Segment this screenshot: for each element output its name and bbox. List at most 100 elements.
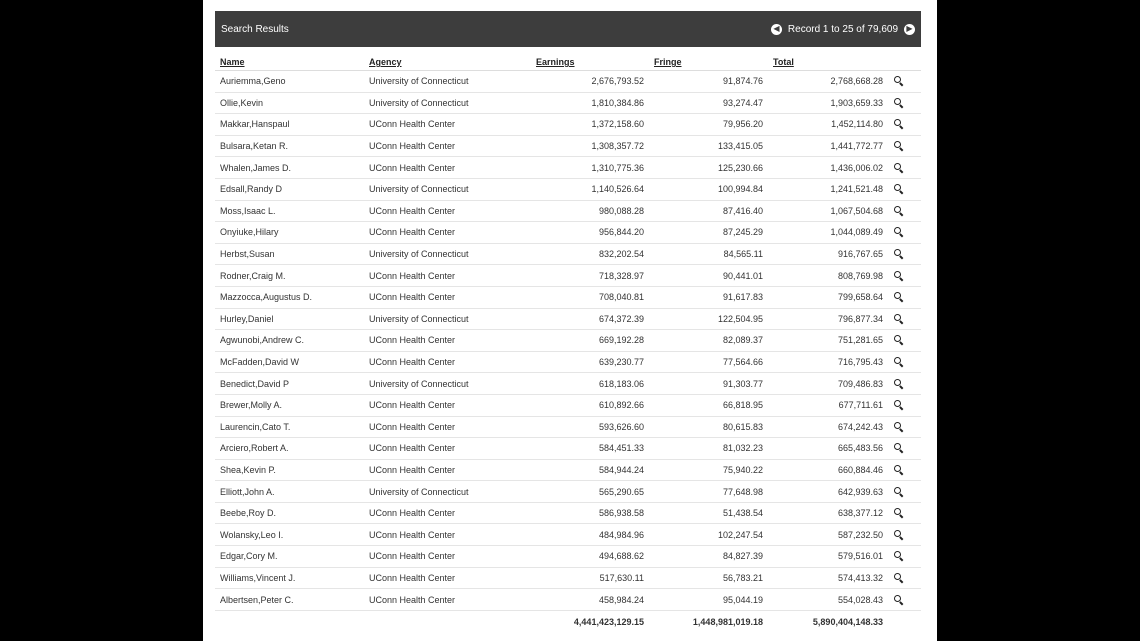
- cell-agency: University of Connecticut: [364, 178, 531, 201]
- next-arrow-icon[interactable]: ▶: [904, 23, 915, 35]
- cell-earnings: 494,688.62: [531, 545, 649, 568]
- table-row: Whalen,James D. UConn Health Center 1,310,…: [215, 156, 921, 179]
- table-row: Brewer,Molly A. UConn Health Center 610,89…: [215, 394, 921, 417]
- table-row: Wolansky,Leo I. UConn Health Center 484,98…: [215, 523, 921, 547]
- cell-agency: UConn Health Center: [364, 394, 531, 417]
- cell-name: Wolansky,Leo I.: [215, 523, 364, 547]
- cell-total: 916,767.65: [768, 243, 888, 266]
- cell-fringe: 91,874.76: [649, 70, 768, 93]
- magnifier-icon[interactable]: [894, 508, 902, 516]
- magnifier-icon[interactable]: [894, 486, 902, 495]
- cell-name: Auriemma,Geno: [215, 70, 364, 93]
- cell-fringe: 84,565.11: [649, 243, 768, 266]
- total-fringe: 1,448,981,019.18: [692, 616, 763, 627]
- cell-name: Hurley,Daniel: [215, 308, 364, 331]
- cell-fringe: 81,032.23: [649, 437, 768, 460]
- magnifier-icon[interactable]: [894, 76, 902, 84]
- table-row: Edgar,Cory M. UConn Health Center 494,688.…: [215, 545, 921, 568]
- column-header-agency[interactable]: Agency: [364, 47, 531, 71]
- magnifier-icon[interactable]: [894, 551, 902, 559]
- magnifier-icon[interactable]: [894, 378, 902, 387]
- prev-arrow-icon[interactable]: ◀: [770, 23, 782, 35]
- table-header-row: Name Agency Earnings Fringe Total: [215, 47, 921, 71]
- magnifier-icon[interactable]: [894, 270, 902, 279]
- magnifier-icon[interactable]: [894, 594, 902, 603]
- cell-agency: UConn Health Center: [364, 113, 531, 136]
- cell-earnings: 565,290.65: [531, 480, 649, 503]
- column-header-details: [888, 47, 921, 71]
- cell-name: Elliott,John A.: [215, 480, 364, 503]
- column-header-total[interactable]: Total: [768, 47, 888, 71]
- magnifier-icon[interactable]: [894, 421, 902, 430]
- cell-name: Whalen,James D.: [215, 156, 364, 179]
- table-row: Mazzocca,Augustus D. UConn Health Center 7…: [215, 286, 921, 309]
- cell-fringe: 56,783.21: [649, 567, 768, 590]
- cell-earnings: 584,944.24: [531, 459, 649, 482]
- table-row: Moss,Isaac L. UConn Health Center 980,088.…: [215, 200, 921, 223]
- cell-fringe: 77,648.98: [649, 480, 768, 503]
- cell-total: 642,939.63: [768, 480, 888, 503]
- cell-agency: UConn Health Center: [364, 502, 531, 525]
- magnifier-icon[interactable]: [894, 443, 902, 451]
- cell-name: Edsall,Randy D: [215, 178, 364, 201]
- cell-fringe: 100,994.84: [649, 178, 768, 201]
- results-title: Search Results: [221, 23, 289, 35]
- magnifier-icon[interactable]: [894, 97, 902, 106]
- cell-fringe: 90,441.01: [649, 264, 768, 287]
- cell-agency: UConn Health Center: [364, 221, 531, 244]
- cell-fringe: 87,416.40: [649, 200, 768, 223]
- cell-fringe: 93,274.47: [649, 92, 768, 115]
- magnifier-icon[interactable]: [894, 119, 902, 127]
- table-row: Agwunobi,Andrew C. UConn Health Center 669…: [215, 329, 921, 352]
- cell-name: Ollie,Kevin: [215, 92, 364, 115]
- table-row: Elliott,John A. University of Connecticut…: [215, 480, 921, 503]
- magnifier-icon[interactable]: [894, 464, 902, 473]
- magnifier-icon[interactable]: [894, 400, 902, 408]
- cell-fringe: 95,044.19: [649, 588, 768, 611]
- total-earnings: 4,441,423,129.15: [573, 616, 644, 627]
- totals-row: 4,441,423,129.15 1,448,981,019.18 5,890,…: [215, 610, 921, 633]
- cell-fringe: 79,956.20: [649, 113, 768, 136]
- magnifier-icon[interactable]: [894, 572, 902, 581]
- cell-total: 579,516.01: [768, 545, 888, 568]
- magnifier-icon[interactable]: [894, 292, 902, 300]
- cell-agency: University of Connecticut: [364, 480, 531, 503]
- cell-name: Bulsara,Ketan R.: [215, 135, 364, 158]
- table-row: Beebe,Roy D. UConn Health Center 586,938.5…: [215, 502, 921, 525]
- cell-fringe: 102,247.54: [649, 523, 768, 547]
- cell-total: 1,241,521.48: [768, 178, 888, 201]
- cell-agency: UConn Health Center: [364, 588, 531, 611]
- cell-agency: UConn Health Center: [364, 264, 531, 287]
- cell-name: Edgar,Cory M.: [215, 545, 364, 568]
- magnifier-icon[interactable]: [894, 249, 902, 257]
- magnifier-icon[interactable]: [894, 313, 902, 322]
- column-header-name[interactable]: Name: [215, 47, 364, 71]
- magnifier-icon[interactable]: [894, 141, 902, 149]
- table-row: Ollie,Kevin University of Connecticut 1,81…: [215, 92, 921, 115]
- table-row: Hurley,Daniel University of Connecticut 67…: [215, 308, 921, 331]
- cell-agency: UConn Health Center: [364, 286, 531, 309]
- magnifier-icon[interactable]: [894, 335, 902, 343]
- magnifier-icon[interactable]: [894, 357, 902, 365]
- cell-agency: UConn Health Center: [364, 351, 531, 374]
- cell-total: 751,281.65: [768, 329, 888, 352]
- cell-agency: UConn Health Center: [364, 459, 531, 482]
- cell-name: Beebe,Roy D.: [215, 502, 364, 525]
- cell-fringe: 66,818.95: [649, 394, 768, 417]
- cell-name: Arciero,Robert A.: [215, 437, 364, 460]
- cell-total: 554,028.43: [768, 588, 888, 611]
- magnifier-icon[interactable]: [894, 227, 902, 235]
- cell-name: Onyiuke,Hilary: [215, 221, 364, 244]
- cell-fringe: 133,415.05: [649, 135, 768, 158]
- table-row: Makkar,Hanspaul UConn Health Center 1,372,…: [215, 113, 921, 136]
- magnifier-icon[interactable]: [894, 184, 902, 192]
- cell-fringe: 84,827.39: [649, 545, 768, 568]
- cell-total: 1,067,504.68: [768, 200, 888, 223]
- cell-earnings: 1,810,384.86: [531, 92, 649, 115]
- magnifier-icon[interactable]: [894, 205, 902, 214]
- magnifier-icon[interactable]: [894, 162, 902, 171]
- column-header-earnings[interactable]: Earnings: [531, 47, 649, 71]
- magnifier-icon[interactable]: [894, 529, 902, 538]
- cell-earnings: 1,308,357.72: [531, 135, 649, 158]
- column-header-fringe[interactable]: Fringe: [649, 47, 768, 71]
